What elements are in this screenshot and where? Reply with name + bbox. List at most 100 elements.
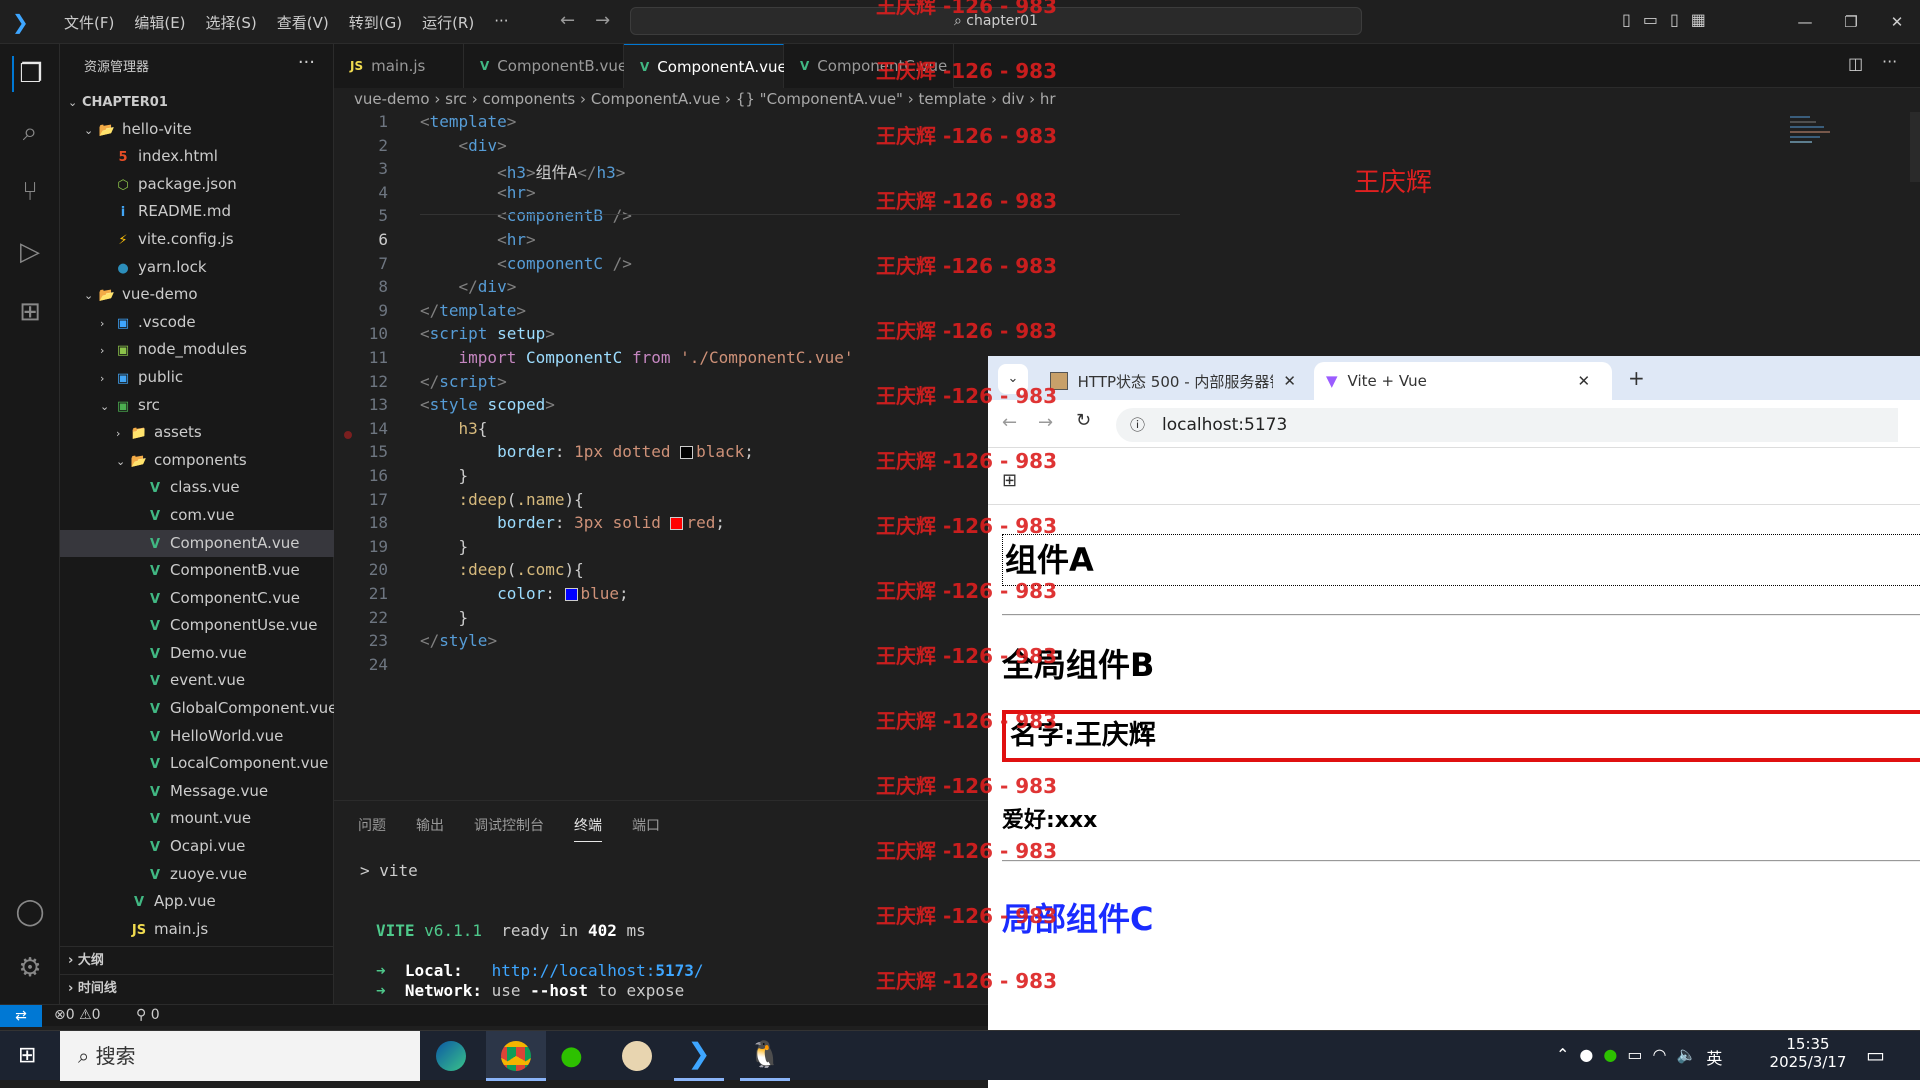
- panel-tab[interactable]: 终端: [574, 815, 602, 842]
- breadcrumb-item[interactable]: src: [445, 90, 467, 108]
- menu-item[interactable]: 转到(G): [339, 12, 412, 33]
- editor-tab[interactable]: JS main.js: [334, 44, 464, 88]
- color-swatch[interactable]: [564, 588, 578, 601]
- restore-icon[interactable]: ❐: [1828, 13, 1874, 31]
- close-icon[interactable]: ✕: [1874, 13, 1920, 31]
- tree-item[interactable]: Vevent.vue: [60, 667, 334, 695]
- tree-item[interactable]: ⌄ 📂 hello-vite: [60, 116, 334, 144]
- settings-gear-icon[interactable]: ⚙: [12, 950, 48, 986]
- breadcrumb-item[interactable]: hr: [1040, 90, 1056, 108]
- explorer-icon[interactable]: ❐: [12, 56, 48, 92]
- notification-icon[interactable]: ▭: [1866, 1043, 1885, 1067]
- browser-tab-vite[interactable]: ▼ Vite + Vue ✕: [1314, 362, 1612, 400]
- extensions-icon[interactable]: ⊞: [12, 294, 48, 330]
- remote-indicator-icon[interactable]: ⇄: [0, 1005, 42, 1027]
- tree-item[interactable]: ⌄ CHAPTER01: [60, 88, 334, 116]
- tree-item[interactable]: Vzuoye.vue: [60, 861, 334, 889]
- qq-tray-icon[interactable]: ●: [1579, 1045, 1593, 1069]
- chevron-up-icon[interactable]: ⌃: [1556, 1045, 1569, 1069]
- breakpoint-dot[interactable]: [344, 431, 352, 439]
- wechat-icon[interactable]: ●: [560, 1041, 594, 1071]
- color-swatch[interactable]: [670, 517, 684, 531]
- tree-item[interactable]: Vclass.vue: [60, 474, 334, 502]
- local-url[interactable]: http://localhost:5173/: [492, 961, 704, 980]
- tree-item[interactable]: ⌄ 📂 vue-demo: [60, 281, 334, 309]
- breadcrumb-item[interactable]: {} "ComponentA.vue": [736, 90, 903, 108]
- tree-item[interactable]: V ComponentUse.vue: [60, 612, 334, 640]
- editor-scrollbar[interactable]: [1910, 112, 1920, 182]
- tree-item[interactable]: V ComponentB.vue: [60, 557, 334, 585]
- outline-section[interactable]: › 大纲: [60, 946, 334, 973]
- editor-tab[interactable]: VComponentA.vue×: [624, 44, 807, 88]
- qq-icon[interactable]: 🐧: [740, 1031, 790, 1081]
- tree-item[interactable]: ⬡ package.json: [60, 171, 334, 199]
- close-tab-icon[interactable]: ✕: [1283, 372, 1296, 390]
- menu-item[interactable]: 文件(F): [54, 12, 124, 33]
- address-bar[interactable]: ⓘ localhost:5173: [1116, 408, 1898, 442]
- account-icon[interactable]: ◯: [12, 894, 48, 930]
- tree-item[interactable]: Vcom.vue: [60, 502, 334, 530]
- forward-arrow-icon[interactable]: →: [595, 10, 610, 31]
- tree-item[interactable]: › ▣ public: [60, 364, 334, 392]
- clock[interactable]: 15:35 2025/3/17: [1768, 1035, 1848, 1071]
- close-tab-icon[interactable]: ✕: [1578, 372, 1591, 390]
- reload-icon[interactable]: ↻: [1076, 410, 1091, 431]
- browser-tab-http500[interactable]: HTTP状态 500 - 内部服务器错 ✕: [1038, 362, 1308, 400]
- volume-icon[interactable]: 🔈: [1676, 1045, 1696, 1069]
- ime-indicator[interactable]: 英: [1706, 1045, 1722, 1069]
- toggle-secondary-sidebar-icon[interactable]: ▯: [1670, 10, 1679, 29]
- battery-icon[interactable]: ▭: [1627, 1045, 1642, 1069]
- run-debug-icon[interactable]: ▷: [12, 234, 48, 270]
- back-arrow-icon[interactable]: ←: [1002, 412, 1017, 433]
- toggle-sidebar-icon[interactable]: ▯: [1622, 10, 1631, 29]
- tree-item[interactable]: 5 index.html: [60, 143, 334, 171]
- toggle-panel-icon[interactable]: ▭: [1643, 10, 1658, 29]
- problems-indicator[interactable]: ⊗0 ⚠0: [54, 1007, 101, 1023]
- menu-item[interactable]: 运行(R): [412, 12, 484, 33]
- back-arrow-icon[interactable]: ←: [560, 10, 575, 31]
- breadcrumb-item[interactable]: vue-demo: [354, 90, 430, 108]
- tree-item[interactable]: V ComponentC.vue: [60, 585, 334, 613]
- timeline-section[interactable]: › 时间线: [60, 974, 334, 1001]
- breadcrumb-item[interactable]: components: [483, 90, 576, 108]
- tree-item[interactable]: ⌄ ▣ src: [60, 392, 334, 420]
- color-swatch[interactable]: [680, 446, 694, 460]
- tree-item[interactable]: › ▣ node_modules: [60, 336, 334, 364]
- new-tab-plus-icon[interactable]: +: [1628, 366, 1645, 390]
- vscode-taskbar-icon[interactable]: ❯: [674, 1031, 724, 1081]
- split-editor-icon[interactable]: ◫: [1848, 54, 1863, 73]
- panel-tab[interactable]: 端口: [632, 815, 660, 842]
- tree-item[interactable]: Vmount.vue: [60, 805, 334, 833]
- tree-item[interactable]: V ComponentA.vue: [60, 529, 334, 558]
- tree-item[interactable]: V LocalComponent.vue: [60, 750, 334, 778]
- tree-item[interactable]: i README.md: [60, 198, 334, 226]
- site-info-icon[interactable]: ⓘ: [1130, 408, 1145, 442]
- ports-indicator[interactable]: ⚲ 0: [136, 1007, 160, 1023]
- panel-tab[interactable]: 调试控制台: [474, 815, 544, 842]
- tree-item[interactable]: V Demo.vue: [60, 640, 334, 668]
- tree-item[interactable]: › 📁 assets: [60, 419, 334, 447]
- minimize-icon[interactable]: —: [1782, 13, 1828, 31]
- minimap[interactable]: [1790, 112, 1850, 162]
- more-actions-icon[interactable]: ···: [1882, 52, 1897, 71]
- tree-item[interactable]: V HelloWorld.vue: [60, 723, 334, 751]
- search-icon[interactable]: ⌕: [12, 114, 48, 150]
- forward-arrow-icon[interactable]: →: [1038, 412, 1053, 433]
- menu-item[interactable]: 编辑(E): [124, 12, 195, 33]
- tree-item[interactable]: ⚡ vite.config.js: [60, 226, 334, 254]
- taskbar-search-box[interactable]: ⌕ 搜索: [60, 1031, 420, 1081]
- menu-item[interactable]: 选择(S): [196, 12, 267, 33]
- windows-start-icon[interactable]: ⊞: [18, 1043, 36, 1068]
- editor-tab[interactable]: V ComponentB.vue: [464, 44, 627, 88]
- tree-item[interactable]: V Message.vue: [60, 778, 334, 806]
- tree-item[interactable]: V Ocapi.vue: [60, 833, 334, 861]
- panel-tab[interactable]: 输出: [416, 815, 444, 842]
- tree-item[interactable]: V GlobalComponent.vue: [60, 695, 337, 723]
- chrome-taskbar-button[interactable]: [486, 1031, 546, 1081]
- customize-layout-icon[interactable]: ▦: [1691, 10, 1706, 29]
- tree-item[interactable]: JS main.js: [60, 916, 334, 944]
- tree-item[interactable]: V App.vue: [60, 888, 334, 916]
- panel-tab[interactable]: 问题: [358, 815, 386, 842]
- source-control-icon[interactable]: ⑂: [12, 174, 48, 210]
- wifi-icon[interactable]: ◠: [1652, 1045, 1666, 1069]
